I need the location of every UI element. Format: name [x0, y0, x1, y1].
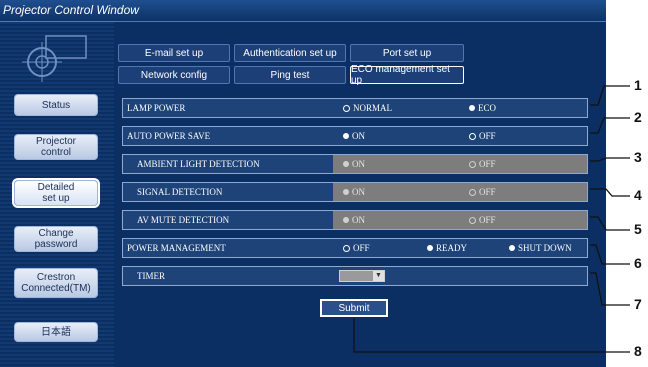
power-management-row: POWER MANAGEMENT OFF READY SHUT DOWN: [122, 238, 588, 258]
tab-label: Network config: [140, 69, 208, 81]
option-label: ON: [352, 187, 365, 197]
power-management-off-radio[interactable]: OFF: [343, 243, 370, 253]
tab-port-set-up[interactable]: Port set up: [350, 44, 464, 62]
tab-label: E-mail set up: [144, 47, 204, 59]
sidebar-item-label: Projector control: [35, 136, 76, 158]
radio-selected-icon: [469, 160, 476, 168]
sidebar-item-projector-control[interactable]: Projector control: [14, 134, 98, 160]
tab-eco-management-set-up[interactable]: ECO management set up: [350, 64, 464, 86]
option-label: OFF: [479, 159, 496, 169]
av-mute-off-radio[interactable]: OFF: [469, 215, 496, 225]
projector-control-window: Projector Control Window Status Projecto…: [0, 0, 606, 367]
av-mute-detection-row: AV MUTE DETECTION ON OFF: [122, 210, 588, 230]
av-mute-detection-label: AV MUTE DETECTION: [137, 215, 230, 225]
lamp-power-eco-radio[interactable]: ECO: [469, 103, 496, 113]
signal-detection-label: SIGNAL DETECTION: [137, 187, 223, 197]
submit-button[interactable]: Submit: [320, 299, 388, 317]
tab-authentication-set-up[interactable]: Authentication set up: [234, 44, 346, 62]
callout-number: 4: [634, 187, 642, 203]
radio-selected-icon: [469, 216, 476, 224]
timer-label: TIMER: [137, 271, 165, 281]
timer-select[interactable]: ▼: [339, 270, 385, 282]
ambient-light-on-radio[interactable]: ON: [343, 159, 365, 169]
radio-icon: [343, 217, 349, 223]
signal-detection-on-radio[interactable]: ON: [343, 187, 365, 197]
power-management-shutdown-radio[interactable]: SHUT DOWN: [509, 243, 572, 253]
power-management-options: OFF READY SHUT DOWN: [333, 239, 587, 257]
option-label: ECO: [478, 103, 496, 113]
option-label: ON: [352, 215, 365, 225]
sidebar-item-change-password[interactable]: Change password: [14, 226, 98, 252]
radio-icon: [469, 105, 475, 111]
sidebar-item-label: Change password: [34, 228, 78, 250]
option-label: OFF: [479, 187, 496, 197]
radio-selected-icon: [343, 104, 350, 112]
callout-number: 6: [634, 255, 642, 271]
option-label: READY: [436, 243, 467, 253]
sidebar-item-label: Detailed set up: [37, 182, 75, 204]
av-mute-on-radio[interactable]: ON: [343, 215, 365, 225]
auto-power-save-row: AUTO POWER SAVE ON OFF: [122, 126, 588, 146]
submit-label: Submit: [338, 302, 370, 314]
auto-power-save-on-radio[interactable]: ON: [343, 131, 365, 141]
callout-number: 2: [634, 109, 642, 125]
lamp-power-options: NORMAL ECO: [333, 99, 587, 117]
radio-icon: [427, 245, 433, 251]
sidebar-item-label: Crestron Connected(TM): [21, 272, 91, 294]
tab-label: Port set up: [382, 47, 432, 59]
radio-icon: [343, 189, 349, 195]
option-label: ON: [352, 131, 365, 141]
window-title: Projector Control Window: [3, 3, 139, 17]
tab-ping-test[interactable]: Ping test: [234, 66, 346, 84]
callout-number: 3: [634, 149, 642, 165]
lamp-power-label: LAMP POWER: [127, 103, 186, 113]
tab-email-set-up[interactable]: E-mail set up: [118, 44, 230, 62]
ambient-light-options: ON OFF: [333, 155, 587, 173]
tab-label: Ping test: [270, 69, 310, 81]
auto-power-save-label: AUTO POWER SAVE: [127, 131, 211, 141]
sidebar-item-crestron-connected[interactable]: Crestron Connected(TM): [14, 268, 98, 298]
ambient-light-detection-label: AMBIENT LIGHT DETECTION: [137, 159, 260, 169]
ambient-light-off-radio[interactable]: OFF: [469, 159, 496, 169]
lamp-power-normal-radio[interactable]: NORMAL: [343, 103, 392, 113]
sidebar-item-detailed-set-up[interactable]: Detailed set up: [12, 178, 100, 208]
option-label: NORMAL: [353, 103, 393, 113]
tab-network-config[interactable]: Network config: [118, 66, 230, 84]
projector-logo-icon: [22, 35, 87, 82]
radio-icon: [343, 133, 349, 139]
callout-number: 1: [634, 77, 642, 93]
lamp-power-row: LAMP POWER NORMAL ECO: [122, 98, 588, 118]
radio-icon: [343, 161, 349, 167]
signal-detection-row: SIGNAL DETECTION ON OFF: [122, 182, 588, 202]
sidebar-item-status[interactable]: Status: [14, 94, 98, 116]
sidebar-item-japanese[interactable]: 日本語: [14, 322, 98, 342]
title-bar: Projector Control Window: [0, 0, 606, 22]
option-label: ON: [352, 159, 365, 169]
radio-selected-icon: [343, 244, 350, 252]
option-label: OFF: [353, 243, 370, 253]
power-management-ready-radio[interactable]: READY: [427, 243, 467, 253]
signal-detection-options: ON OFF: [333, 183, 587, 201]
option-label: OFF: [479, 131, 496, 141]
power-management-label: POWER MANAGEMENT: [127, 243, 226, 253]
tab-label: ECO management set up: [351, 64, 450, 86]
timer-row: TIMER ▼: [122, 266, 588, 286]
option-label: SHUT DOWN: [518, 243, 572, 253]
callout-number: 8: [634, 343, 642, 359]
sidebar-item-label: 日本語: [41, 326, 71, 338]
radio-selected-icon: [469, 188, 476, 196]
callout-number: 5: [634, 221, 642, 237]
auto-power-save-off-radio[interactable]: OFF: [469, 131, 496, 141]
signal-detection-off-radio[interactable]: OFF: [469, 187, 496, 197]
tab-label: Authentication set up: [243, 47, 337, 59]
auto-power-save-options: ON OFF: [333, 127, 587, 145]
chevron-down-icon: ▼: [373, 271, 384, 281]
ambient-light-detection-row: AMBIENT LIGHT DETECTION ON OFF: [122, 154, 588, 174]
radio-icon: [509, 245, 515, 251]
sidebar-item-label: Status: [41, 99, 71, 111]
callout-number: 7: [634, 296, 642, 312]
av-mute-detection-options: ON OFF: [333, 211, 587, 229]
radio-selected-icon: [469, 132, 476, 140]
option-label: OFF: [479, 215, 496, 225]
